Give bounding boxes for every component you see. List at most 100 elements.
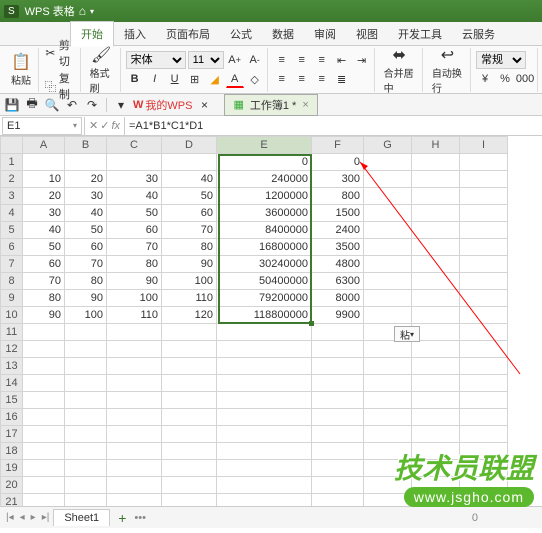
row-header[interactable]: 3 (1, 188, 23, 205)
cell[interactable] (364, 171, 412, 188)
wrap-button[interactable]: ↩自动换行 (428, 43, 467, 97)
cell[interactable] (65, 392, 107, 409)
col-header-F[interactable]: F (312, 137, 364, 154)
cell[interactable] (65, 443, 107, 460)
row-header[interactable]: 11 (1, 324, 23, 341)
merge-button[interactable]: ⬌合并居中 (380, 43, 419, 97)
indent-inc-icon[interactable]: ⇥ (353, 51, 371, 69)
cell[interactable] (312, 341, 364, 358)
cell[interactable]: 70 (162, 222, 217, 239)
cell[interactable] (65, 154, 107, 171)
cell[interactable] (23, 477, 65, 494)
cell[interactable]: 0 (217, 154, 312, 171)
align-right-icon[interactable]: ≡ (313, 70, 331, 88)
cell[interactable] (65, 358, 107, 375)
col-header-G[interactable]: G (364, 137, 412, 154)
cell[interactable]: 30 (65, 188, 107, 205)
align-center-icon[interactable]: ≡ (293, 70, 311, 88)
cell[interactable] (107, 392, 162, 409)
cell[interactable] (162, 324, 217, 341)
cell[interactable]: 60 (23, 256, 65, 273)
cell[interactable]: 90 (23, 307, 65, 324)
col-header-A[interactable]: A (23, 137, 65, 154)
cell[interactable] (23, 460, 65, 477)
corner-cell[interactable] (1, 137, 23, 154)
row-header[interactable]: 16 (1, 409, 23, 426)
row-header[interactable]: 19 (1, 460, 23, 477)
cell[interactable] (412, 409, 460, 426)
shrink-font-icon[interactable]: A- (246, 51, 264, 69)
cell[interactable] (107, 409, 162, 426)
cell[interactable]: 50 (23, 239, 65, 256)
cell[interactable]: 80 (107, 256, 162, 273)
cell[interactable] (460, 324, 508, 341)
cell[interactable]: 50 (107, 205, 162, 222)
cell[interactable] (65, 409, 107, 426)
cell[interactable] (107, 154, 162, 171)
cell[interactable]: 4800 (312, 256, 364, 273)
cell[interactable] (364, 426, 412, 443)
cell[interactable] (364, 205, 412, 222)
cell[interactable] (412, 358, 460, 375)
underline-button[interactable]: U (166, 70, 184, 88)
cell[interactable]: 40 (107, 188, 162, 205)
font-color-button[interactable]: A (226, 70, 244, 88)
tab-data[interactable]: 数据 (262, 22, 304, 46)
cell[interactable]: 20 (23, 188, 65, 205)
cell[interactable] (217, 426, 312, 443)
align-left-icon[interactable]: ≡ (273, 70, 291, 88)
cell[interactable]: 1500 (312, 205, 364, 222)
cell[interactable] (217, 392, 312, 409)
paste-button[interactable]: 📋粘贴 (7, 50, 35, 89)
cell[interactable]: 70 (65, 256, 107, 273)
cell[interactable]: 90 (162, 256, 217, 273)
cell[interactable] (23, 426, 65, 443)
cell[interactable]: 40 (23, 222, 65, 239)
number-format-select[interactable]: 常规 (476, 51, 526, 69)
document-tab[interactable]: ▦ 工作簿1 * × (224, 94, 317, 116)
cell[interactable]: 50 (65, 222, 107, 239)
italic-button[interactable]: I (146, 70, 164, 88)
cell[interactable]: 30 (107, 171, 162, 188)
preview-icon[interactable]: 🔍 (44, 97, 60, 113)
cell[interactable] (162, 460, 217, 477)
cell[interactable]: 118800000 (217, 307, 312, 324)
close-panel-icon[interactable]: × (196, 97, 212, 113)
cell[interactable] (65, 324, 107, 341)
cell[interactable] (460, 205, 508, 222)
sheet-nav-last-icon[interactable]: ▸| (40, 512, 52, 523)
cell[interactable] (65, 477, 107, 494)
cell[interactable]: 120 (162, 307, 217, 324)
cell[interactable]: 110 (107, 307, 162, 324)
cell[interactable] (412, 375, 460, 392)
paste-options-tag[interactable]: 粘▾ (394, 326, 420, 342)
align-mid-icon[interactable]: ≡ (293, 51, 311, 69)
cell[interactable] (312, 460, 364, 477)
cell[interactable] (217, 358, 312, 375)
cell[interactable]: 50 (162, 188, 217, 205)
row-header[interactable]: 15 (1, 392, 23, 409)
cell[interactable] (312, 358, 364, 375)
cell[interactable] (23, 409, 65, 426)
cell[interactable]: 60 (65, 239, 107, 256)
cell[interactable] (460, 426, 508, 443)
cell[interactable] (162, 409, 217, 426)
row-header[interactable]: 6 (1, 239, 23, 256)
cell[interactable] (23, 443, 65, 460)
cell[interactable] (217, 443, 312, 460)
formula-input[interactable]: =A1*B1*C1*D1 (125, 120, 542, 132)
cell[interactable] (460, 375, 508, 392)
cell[interactable] (412, 494, 460, 507)
cell[interactable] (65, 460, 107, 477)
cell[interactable]: 6300 (312, 273, 364, 290)
cell[interactable] (107, 477, 162, 494)
cell[interactable] (460, 307, 508, 324)
cell[interactable] (23, 341, 65, 358)
name-box[interactable]: E1▾ (2, 117, 82, 135)
cell[interactable]: 30240000 (217, 256, 312, 273)
cell[interactable] (217, 477, 312, 494)
close-doc-icon[interactable]: × (302, 99, 308, 111)
cell[interactable]: 60 (162, 205, 217, 222)
align-justify-icon[interactable]: ≣ (333, 70, 351, 88)
sheet-nav-first-icon[interactable]: |◂ (4, 512, 16, 523)
